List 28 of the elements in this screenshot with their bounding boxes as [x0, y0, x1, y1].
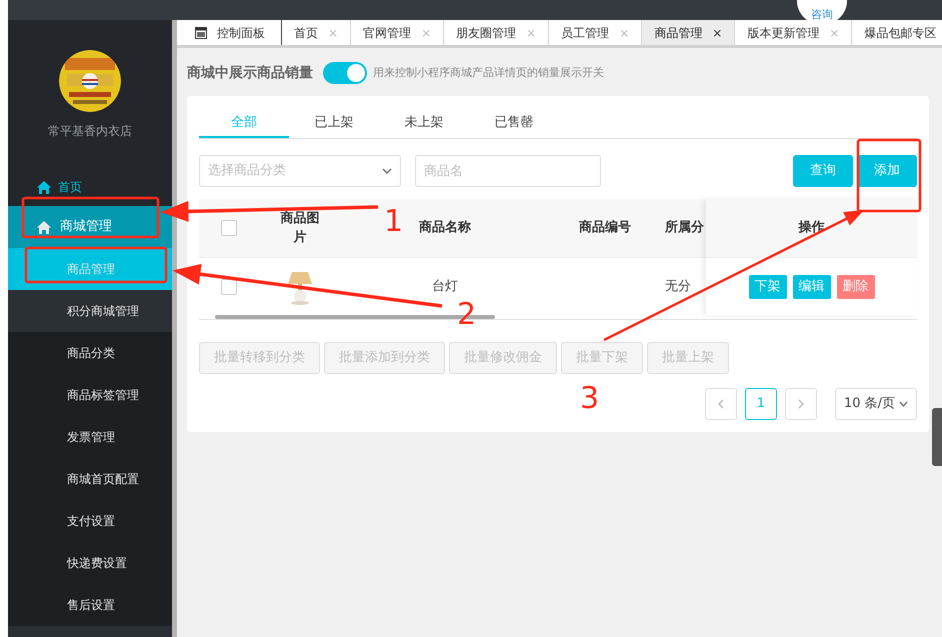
filter-tab[interactable]: 未上架 [379, 110, 469, 138]
column-header: 商品编号 [579, 218, 631, 238]
store-name: 常平基香内衣店 [48, 123, 132, 140]
page-tab[interactable]: 朋友圈管理 × [444, 20, 550, 45]
annotation-number: 2 [457, 300, 476, 330]
nav-link[interactable]: 首页 [8, 168, 172, 206]
column-header: 商品图片 [280, 210, 320, 247]
table-cell-text: 台灯 [432, 278, 458, 296]
filter-tab[interactable]: 已上架 [289, 110, 379, 138]
nav-item[interactable]: 积分商城管理 [8, 290, 172, 332]
page-tab[interactable]: 商品管理 × [642, 20, 736, 45]
column-header: 商品名称 [419, 218, 471, 238]
page-tab[interactable]: 首页 × [282, 20, 352, 45]
annotation-number: 3 [580, 384, 600, 414]
page-tab[interactable]: 版本更新管理 × [735, 20, 852, 45]
page-size-select[interactable]: 10 条/页 [834, 388, 917, 420]
product-name-field[interactable]: 商品名 [415, 155, 601, 187]
filter-tab[interactable]: 已售罄 [469, 110, 559, 138]
sales-toggle-label: 商城中展示商品销量 [187, 64, 313, 82]
column-header: 所属分 [665, 219, 704, 238]
close-icon[interactable]: × [712, 24, 722, 42]
table-cell-text: 无分 [665, 278, 691, 296]
column-header: 操作 [798, 219, 824, 238]
page-tab[interactable]: 爆品包邮专区 [852, 20, 942, 45]
page-tab[interactable]: 控制面板 [177, 20, 282, 45]
toggle-hint: 用来控制小程序商城产品详情页的销量展示开关 [373, 64, 604, 81]
annotation-number: 1 [384, 207, 404, 237]
page-tab[interactable]: 官网管理 × [351, 20, 444, 45]
